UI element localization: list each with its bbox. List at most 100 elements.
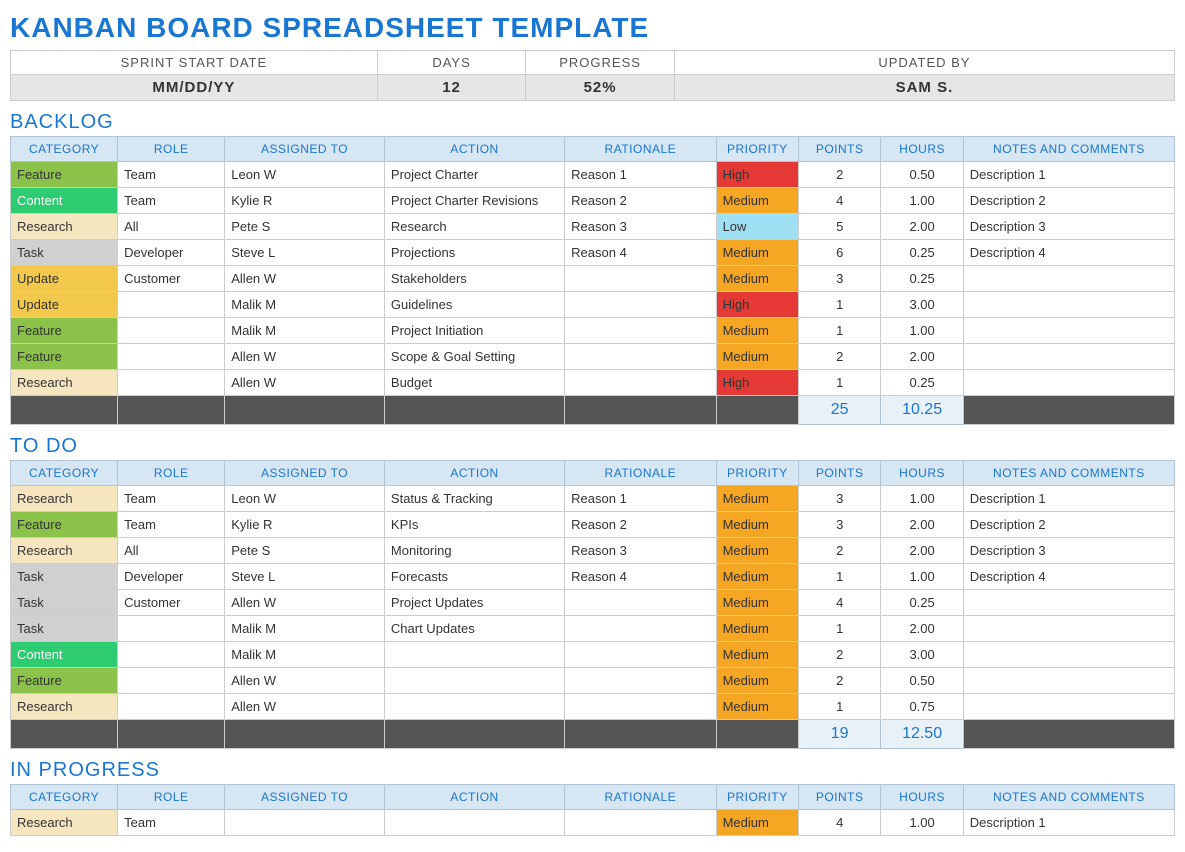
cell-category[interactable]: Feature [11, 318, 118, 344]
cell-category[interactable]: Feature [11, 344, 118, 370]
cell-notes[interactable] [963, 370, 1174, 396]
cell-hours[interactable]: 3.00 [881, 292, 963, 318]
cell-points[interactable]: 1 [798, 370, 880, 396]
cell-priority[interactable]: High [716, 292, 798, 318]
cell-priority[interactable]: High [716, 370, 798, 396]
cell-rationale[interactable] [565, 344, 716, 370]
cell-rationale[interactable] [565, 370, 716, 396]
cell-notes[interactable]: Description 3 [963, 538, 1174, 564]
cell-category[interactable]: Feature [11, 512, 118, 538]
cell-points[interactable]: 3 [798, 486, 880, 512]
cell-rationale[interactable]: Reason 3 [565, 538, 716, 564]
cell-hours[interactable]: 1.00 [881, 318, 963, 344]
cell-action[interactable] [384, 694, 564, 720]
cell-notes[interactable] [963, 668, 1174, 694]
cell-action[interactable]: Projections [384, 240, 564, 266]
cell-action[interactable] [384, 668, 564, 694]
cell-notes[interactable]: Description 2 [963, 512, 1174, 538]
cell-hours[interactable]: 1.00 [881, 486, 963, 512]
cell-role[interactable]: All [118, 538, 225, 564]
cell-notes[interactable]: Description 4 [963, 564, 1174, 590]
cell-action[interactable]: Scope & Goal Setting [384, 344, 564, 370]
cell-action[interactable]: Budget [384, 370, 564, 396]
cell-assigned[interactable]: Malik M [225, 616, 385, 642]
cell-rationale[interactable] [565, 266, 716, 292]
cell-category[interactable]: Task [11, 240, 118, 266]
cell-action[interactable]: Chart Updates [384, 616, 564, 642]
cell-assigned[interactable]: Allen W [225, 370, 385, 396]
cell-role[interactable] [118, 694, 225, 720]
cell-role[interactable]: Customer [118, 590, 225, 616]
cell-category[interactable]: Update [11, 266, 118, 292]
cell-rationale[interactable] [565, 590, 716, 616]
cell-category[interactable]: Research [11, 486, 118, 512]
cell-assigned[interactable]: Leon W [225, 486, 385, 512]
cell-role[interactable] [118, 616, 225, 642]
cell-notes[interactable]: Description 1 [963, 810, 1174, 836]
cell-hours[interactable]: 0.25 [881, 240, 963, 266]
cell-hours[interactable]: 0.25 [881, 590, 963, 616]
cell-role[interactable] [118, 642, 225, 668]
cell-priority[interactable]: Medium [716, 668, 798, 694]
cell-role[interactable] [118, 668, 225, 694]
cell-points[interactable]: 1 [798, 694, 880, 720]
cell-points[interactable]: 2 [798, 344, 880, 370]
cell-assigned[interactable]: Pete S [225, 538, 385, 564]
cell-notes[interactable]: Description 3 [963, 214, 1174, 240]
cell-assigned[interactable]: Pete S [225, 214, 385, 240]
cell-points[interactable]: 1 [798, 564, 880, 590]
cell-priority[interactable]: High [716, 162, 798, 188]
cell-role[interactable]: Team [118, 162, 225, 188]
cell-notes[interactable]: Description 2 [963, 188, 1174, 214]
cell-hours[interactable]: 0.25 [881, 266, 963, 292]
cell-hours[interactable]: 0.25 [881, 370, 963, 396]
cell-rationale[interactable]: Reason 1 [565, 162, 716, 188]
cell-rationale[interactable]: Reason 1 [565, 486, 716, 512]
cell-rationale[interactable] [565, 668, 716, 694]
cell-hours[interactable]: 0.75 [881, 694, 963, 720]
cell-assigned[interactable]: Leon W [225, 162, 385, 188]
cell-assigned[interactable]: Allen W [225, 694, 385, 720]
cell-role[interactable]: Team [118, 486, 225, 512]
cell-hours[interactable]: 2.00 [881, 344, 963, 370]
meta-value-updated[interactable]: SAM S. [674, 75, 1174, 101]
cell-notes[interactable]: Description 1 [963, 486, 1174, 512]
cell-role[interactable] [118, 292, 225, 318]
cell-priority[interactable]: Medium [716, 810, 798, 836]
cell-action[interactable]: Research [384, 214, 564, 240]
cell-action[interactable]: Project Charter [384, 162, 564, 188]
cell-hours[interactable]: 2.00 [881, 538, 963, 564]
cell-hours[interactable]: 3.00 [881, 642, 963, 668]
cell-category[interactable]: Research [11, 694, 118, 720]
cell-hours[interactable]: 0.50 [881, 668, 963, 694]
cell-hours[interactable]: 1.00 [881, 188, 963, 214]
cell-assigned[interactable] [225, 810, 385, 836]
cell-notes[interactable] [963, 344, 1174, 370]
cell-priority[interactable]: Medium [716, 538, 798, 564]
cell-priority[interactable]: Medium [716, 188, 798, 214]
cell-priority[interactable]: Medium [716, 512, 798, 538]
cell-priority[interactable]: Medium [716, 344, 798, 370]
cell-category[interactable]: Update [11, 292, 118, 318]
cell-category[interactable]: Content [11, 642, 118, 668]
cell-role[interactable] [118, 318, 225, 344]
cell-hours[interactable]: 0.50 [881, 162, 963, 188]
cell-assigned[interactable]: Malik M [225, 642, 385, 668]
cell-priority[interactable]: Medium [716, 616, 798, 642]
cell-points[interactable]: 6 [798, 240, 880, 266]
cell-rationale[interactable] [565, 642, 716, 668]
cell-assigned[interactable]: Allen W [225, 668, 385, 694]
cell-hours[interactable]: 2.00 [881, 214, 963, 240]
cell-role[interactable]: Team [118, 512, 225, 538]
cell-assigned[interactable]: Steve L [225, 564, 385, 590]
cell-action[interactable]: Stakeholders [384, 266, 564, 292]
cell-assigned[interactable]: Allen W [225, 266, 385, 292]
cell-hours[interactable]: 2.00 [881, 512, 963, 538]
cell-rationale[interactable] [565, 694, 716, 720]
cell-priority[interactable]: Low [716, 214, 798, 240]
cell-points[interactable]: 4 [798, 590, 880, 616]
cell-rationale[interactable] [565, 318, 716, 344]
cell-action[interactable]: Status & Tracking [384, 486, 564, 512]
cell-hours[interactable]: 1.00 [881, 810, 963, 836]
meta-value-progress[interactable]: 52% [526, 75, 675, 101]
